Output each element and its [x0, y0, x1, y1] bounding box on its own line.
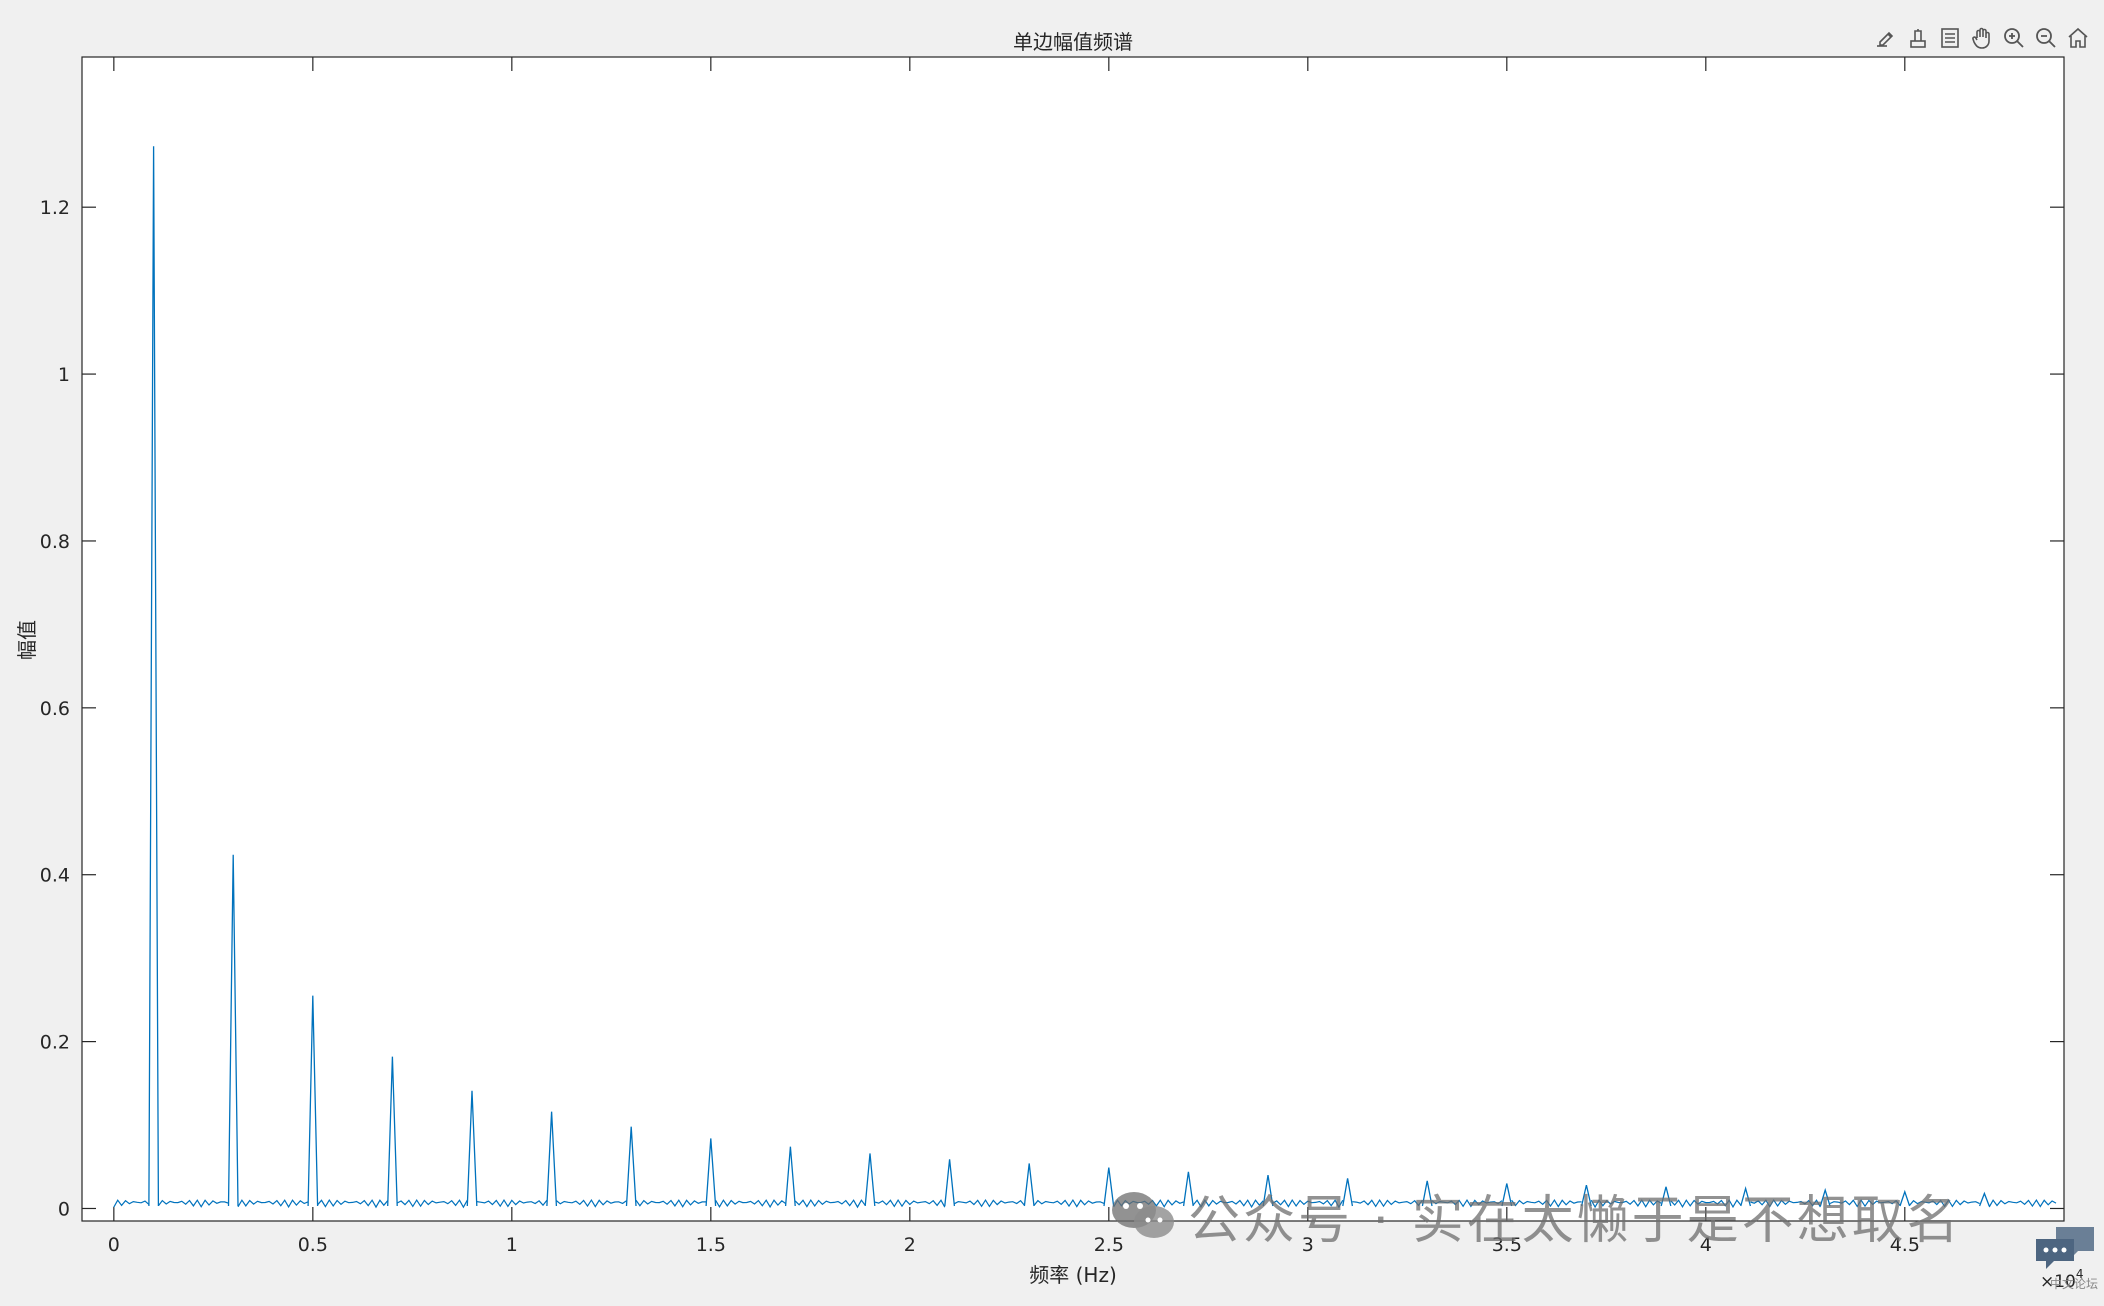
x-tick-label: 1.5: [696, 1234, 726, 1256]
y-axis-label: 幅值: [15, 620, 39, 660]
y-tick-label: 0.2: [40, 1032, 70, 1054]
chart-svg: 0 0.5 1 1.5 2 2.5 3 3.5 4 4.5 0 0.2 0.4 0.6 0.8 1 1.2 单…: [15, 30, 2084, 1292]
y-tick-label: 0.6: [40, 698, 70, 720]
x-tick-label: 4.5: [1890, 1234, 1920, 1256]
figure-window: 0 0.5 1 1.5 2 2.5 3 3.5 4 4.5 0 0.2 0.4 0.6 0.8 1 1.2 单…: [0, 0, 2104, 1302]
x-axis-label: 频率 (Hz): [1029, 1263, 1117, 1287]
chat-bubble-icon: [2036, 1227, 2094, 1269]
axes-background: [81, 56, 2065, 1222]
y-tick-label: 0.4: [40, 865, 70, 887]
forum-badge[interactable]: 中文论坛: [2034, 1223, 2098, 1292]
x-tick-label: 0.5: [298, 1234, 328, 1256]
forum-badge-text: 中文论坛: [2049, 1277, 2098, 1291]
legend-icon[interactable]: [1936, 24, 1964, 52]
zoom-out-icon[interactable]: [2032, 24, 2060, 52]
brush-edit-icon[interactable]: [1872, 24, 1900, 52]
x-tick-label: 1: [506, 1234, 518, 1256]
x-tick-label: 2.5: [1094, 1234, 1124, 1256]
y-tick-labels: 0 0.2 0.4 0.6 0.8 1 1.2: [40, 197, 70, 1220]
x-tick-label: 4: [1700, 1234, 1712, 1256]
chart-title: 单边幅值频谱: [1013, 30, 1133, 54]
x-tick-label: 3: [1302, 1234, 1314, 1256]
home-icon[interactable]: [2064, 24, 2092, 52]
x-tick-label: 3.5: [1492, 1234, 1522, 1256]
axes-toolbar: [1872, 24, 2092, 52]
y-tick-label: 1: [58, 364, 70, 386]
x-tick-label: 2: [904, 1234, 916, 1256]
y-tick-label: 1.2: [40, 197, 70, 219]
x-tick-labels: 0 0.5 1 1.5 2 2.5 3 3.5 4 4.5: [108, 1234, 1920, 1256]
y-tick-label: 0.8: [40, 531, 70, 553]
datatip-icon[interactable]: [1904, 24, 1932, 52]
x-tick-label: 0: [108, 1234, 120, 1256]
zoom-in-icon[interactable]: [2000, 24, 2028, 52]
y-tick-label: 0: [58, 1198, 70, 1220]
pan-hand-icon[interactable]: [1968, 24, 1996, 52]
